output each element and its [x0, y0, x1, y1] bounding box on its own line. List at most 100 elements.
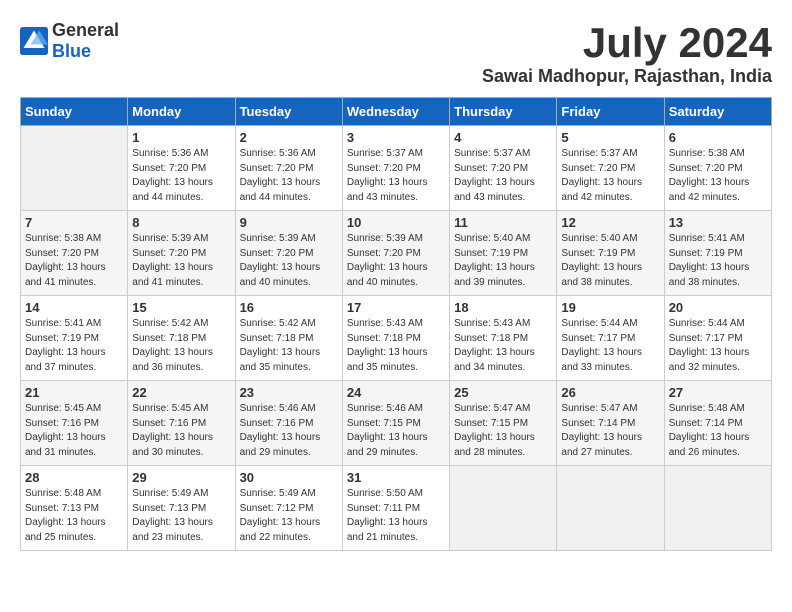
- day-number: 3: [347, 130, 445, 145]
- day-number: 25: [454, 385, 552, 400]
- day-info: Sunrise: 5:44 AMSunset: 7:17 PMDaylight:…: [669, 317, 767, 375]
- day-number: 12: [561, 215, 659, 230]
- day-number: 11: [454, 215, 552, 230]
- day-info: Sunrise: 5:41 AMSunset: 7:19 PMDaylight:…: [25, 317, 123, 375]
- day-number: 17: [347, 300, 445, 315]
- calendar-cell: 9 Sunrise: 5:39 AMSunset: 7:20 PMDaylight…: [235, 211, 342, 296]
- day-info: Sunrise: 5:48 AMSunset: 7:13 PMDaylight:…: [25, 487, 123, 545]
- day-info: Sunrise: 5:43 AMSunset: 7:18 PMDaylight:…: [454, 317, 552, 375]
- calendar-cell: [664, 466, 771, 551]
- day-info: Sunrise: 5:41 AMSunset: 7:19 PMDaylight:…: [669, 232, 767, 290]
- day-number: 30: [240, 470, 338, 485]
- day-info: Sunrise: 5:38 AMSunset: 7:20 PMDaylight:…: [25, 232, 123, 290]
- day-number: 27: [669, 385, 767, 400]
- day-info: Sunrise: 5:44 AMSunset: 7:17 PMDaylight:…: [561, 317, 659, 375]
- day-number: 14: [25, 300, 123, 315]
- day-info: Sunrise: 5:45 AMSunset: 7:16 PMDaylight:…: [25, 402, 123, 460]
- logo: General Blue: [20, 20, 119, 62]
- day-number: 4: [454, 130, 552, 145]
- day-info: Sunrise: 5:45 AMSunset: 7:16 PMDaylight:…: [132, 402, 230, 460]
- day-number: 23: [240, 385, 338, 400]
- day-info: Sunrise: 5:36 AMSunset: 7:20 PMDaylight:…: [240, 147, 338, 205]
- day-info: Sunrise: 5:36 AMSunset: 7:20 PMDaylight:…: [132, 147, 230, 205]
- calendar-cell: 5 Sunrise: 5:37 AMSunset: 7:20 PMDaylight…: [557, 126, 664, 211]
- day-info: Sunrise: 5:39 AMSunset: 7:20 PMDaylight:…: [347, 232, 445, 290]
- week-row-1: 1 Sunrise: 5:36 AMSunset: 7:20 PMDaylight…: [21, 126, 772, 211]
- calendar-cell: [21, 126, 128, 211]
- week-row-3: 14 Sunrise: 5:41 AMSunset: 7:19 PMDayligh…: [21, 296, 772, 381]
- calendar-cell: 21Sunrise: 5:45 AMSunset: 7:16 PMDayligh…: [21, 381, 128, 466]
- week-row-4: 21Sunrise: 5:45 AMSunset: 7:16 PMDayligh…: [21, 381, 772, 466]
- calendar-cell: 25 Sunrise: 5:47 AMSunset: 7:15 PMDayligh…: [450, 381, 557, 466]
- calendar-cell: 14 Sunrise: 5:41 AMSunset: 7:19 PMDayligh…: [21, 296, 128, 381]
- day-info: Sunrise: 5:50 AMSunset: 7:11 PMDaylight:…: [347, 487, 445, 545]
- weekday-header-row: SundayMondayTuesdayWednesdayThursdayFrid…: [21, 98, 772, 126]
- weekday-header-thursday: Thursday: [450, 98, 557, 126]
- location-title: Sawai Madhopur, Rajasthan, India: [482, 66, 772, 87]
- day-info: Sunrise: 5:48 AMSunset: 7:14 PMDaylight:…: [669, 402, 767, 460]
- day-number: 26: [561, 385, 659, 400]
- day-number: 16: [240, 300, 338, 315]
- day-number: 7: [25, 215, 123, 230]
- weekday-header-sunday: Sunday: [21, 98, 128, 126]
- day-number: 6: [669, 130, 767, 145]
- day-number: 19: [561, 300, 659, 315]
- calendar-cell: 26 Sunrise: 5:47 AMSunset: 7:14 PMDayligh…: [557, 381, 664, 466]
- day-info: Sunrise: 5:40 AMSunset: 7:19 PMDaylight:…: [454, 232, 552, 290]
- calendar-cell: 28Sunrise: 5:48 AMSunset: 7:13 PMDayligh…: [21, 466, 128, 551]
- calendar-cell: 1 Sunrise: 5:36 AMSunset: 7:20 PMDaylight…: [128, 126, 235, 211]
- day-number: 9: [240, 215, 338, 230]
- day-number: 2: [240, 130, 338, 145]
- week-row-5: 28Sunrise: 5:48 AMSunset: 7:13 PMDayligh…: [21, 466, 772, 551]
- calendar-cell: 10Sunrise: 5:39 AMSunset: 7:20 PMDayligh…: [342, 211, 449, 296]
- calendar-cell: 24Sunrise: 5:46 AMSunset: 7:15 PMDayligh…: [342, 381, 449, 466]
- logo-text: General Blue: [52, 20, 119, 62]
- calendar-cell: 19 Sunrise: 5:44 AMSunset: 7:17 PMDayligh…: [557, 296, 664, 381]
- day-info: Sunrise: 5:49 AMSunset: 7:12 PMDaylight:…: [240, 487, 338, 545]
- calendar-cell: 18 Sunrise: 5:43 AMSunset: 7:18 PMDayligh…: [450, 296, 557, 381]
- month-title: July 2024: [482, 20, 772, 66]
- page-header: General Blue July 2024 Sawai Madhopur, R…: [20, 20, 772, 87]
- calendar-cell: 30 Sunrise: 5:49 AMSunset: 7:12 PMDayligh…: [235, 466, 342, 551]
- weekday-header-wednesday: Wednesday: [342, 98, 449, 126]
- day-info: Sunrise: 5:42 AMSunset: 7:18 PMDaylight:…: [132, 317, 230, 375]
- day-number: 31: [347, 470, 445, 485]
- day-info: Sunrise: 5:49 AMSunset: 7:13 PMDaylight:…: [132, 487, 230, 545]
- weekday-header-friday: Friday: [557, 98, 664, 126]
- day-info: Sunrise: 5:39 AMSunset: 7:20 PMDaylight:…: [240, 232, 338, 290]
- day-number: 1: [132, 130, 230, 145]
- day-info: Sunrise: 5:37 AMSunset: 7:20 PMDaylight:…: [347, 147, 445, 205]
- day-number: 8: [132, 215, 230, 230]
- day-info: Sunrise: 5:39 AMSunset: 7:20 PMDaylight:…: [132, 232, 230, 290]
- day-info: Sunrise: 5:47 AMSunset: 7:15 PMDaylight:…: [454, 402, 552, 460]
- calendar-cell: [450, 466, 557, 551]
- calendar-cell: 27 Sunrise: 5:48 AMSunset: 7:14 PMDayligh…: [664, 381, 771, 466]
- day-number: 5: [561, 130, 659, 145]
- calendar-cell: 31 Sunrise: 5:50 AMSunset: 7:11 PMDayligh…: [342, 466, 449, 551]
- day-number: 18: [454, 300, 552, 315]
- weekday-header-tuesday: Tuesday: [235, 98, 342, 126]
- calendar-cell: 12Sunrise: 5:40 AMSunset: 7:19 PMDayligh…: [557, 211, 664, 296]
- calendar-cell: 17Sunrise: 5:43 AMSunset: 7:18 PMDayligh…: [342, 296, 449, 381]
- day-number: 22: [132, 385, 230, 400]
- calendar-cell: 4 Sunrise: 5:37 AMSunset: 7:20 PMDaylight…: [450, 126, 557, 211]
- day-number: 13: [669, 215, 767, 230]
- day-info: Sunrise: 5:47 AMSunset: 7:14 PMDaylight:…: [561, 402, 659, 460]
- calendar-cell: [557, 466, 664, 551]
- logo-icon: [20, 27, 48, 55]
- day-number: 29: [132, 470, 230, 485]
- day-number: 20: [669, 300, 767, 315]
- weekday-header-monday: Monday: [128, 98, 235, 126]
- day-info: Sunrise: 5:37 AMSunset: 7:20 PMDaylight:…: [454, 147, 552, 205]
- weekday-header-saturday: Saturday: [664, 98, 771, 126]
- calendar-table: SundayMondayTuesdayWednesdayThursdayFrid…: [20, 97, 772, 551]
- day-number: 15: [132, 300, 230, 315]
- day-info: Sunrise: 5:46 AMSunset: 7:15 PMDaylight:…: [347, 402, 445, 460]
- day-info: Sunrise: 5:38 AMSunset: 7:20 PMDaylight:…: [669, 147, 767, 205]
- calendar-cell: 2 Sunrise: 5:36 AMSunset: 7:20 PMDaylight…: [235, 126, 342, 211]
- day-info: Sunrise: 5:42 AMSunset: 7:18 PMDaylight:…: [240, 317, 338, 375]
- calendar-cell: 13 Sunrise: 5:41 AMSunset: 7:19 PMDayligh…: [664, 211, 771, 296]
- calendar-cell: 22 Sunrise: 5:45 AMSunset: 7:16 PMDayligh…: [128, 381, 235, 466]
- calendar-cell: 29 Sunrise: 5:49 AMSunset: 7:13 PMDayligh…: [128, 466, 235, 551]
- day-info: Sunrise: 5:37 AMSunset: 7:20 PMDaylight:…: [561, 147, 659, 205]
